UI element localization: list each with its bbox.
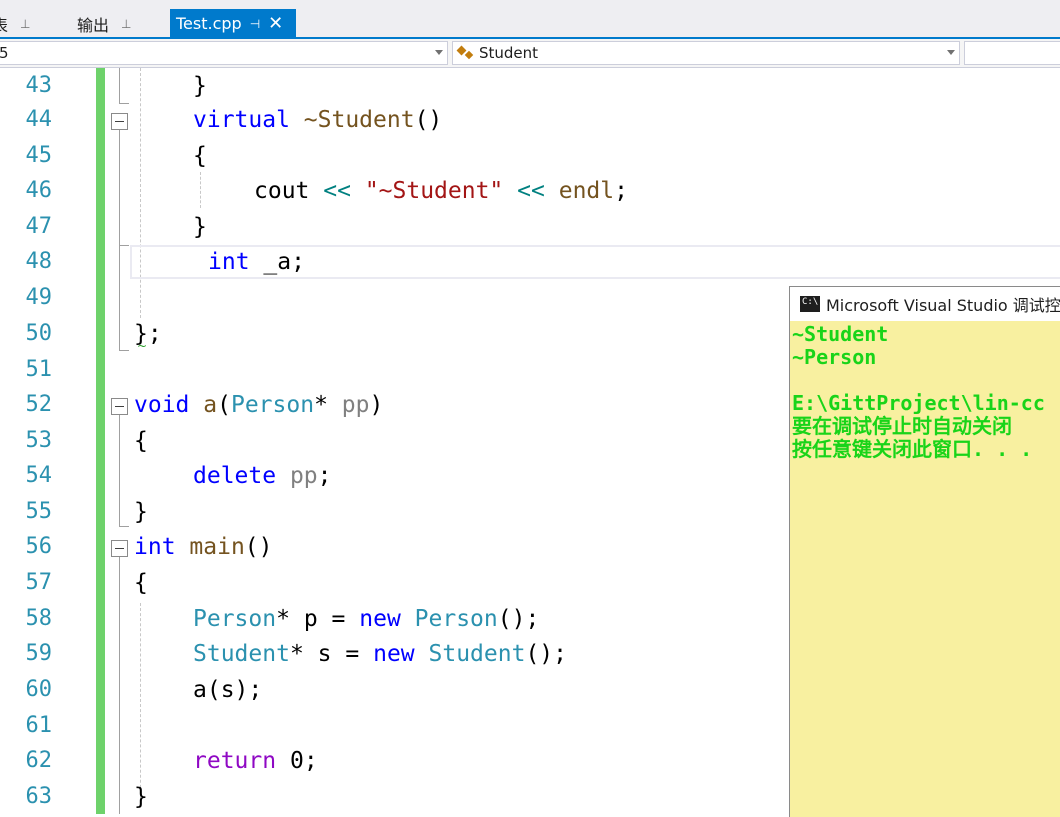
pin-icon[interactable]: ⊥ xyxy=(20,17,30,31)
tab-label: 输出 xyxy=(77,15,110,35)
line-number: 61 xyxy=(25,713,53,738)
line-number: 55 xyxy=(25,499,53,524)
line-number: 62 xyxy=(25,748,53,773)
line-number: 46 xyxy=(25,178,53,203)
code-text: Student* s = new Student(); xyxy=(193,641,567,667)
code-text: return 0; xyxy=(193,748,318,774)
code-text: int _a; xyxy=(208,249,305,275)
tab-label: 表 xyxy=(0,15,9,35)
console-line: ~Person xyxy=(792,346,877,369)
navigation-bar: 5 Student xyxy=(0,39,1060,68)
line-number: 54 xyxy=(25,463,53,488)
code-text: delete pp; xyxy=(193,463,332,489)
chevron-down-icon[interactable] xyxy=(435,50,443,55)
line-number: 53 xyxy=(25,428,53,453)
line-number: 60 xyxy=(25,677,53,702)
line-number: 47 xyxy=(25,214,53,239)
line-number: 56 xyxy=(25,534,53,559)
code-line: 47 } xyxy=(0,209,1060,245)
member-value: Student xyxy=(479,44,539,62)
console-title-bar[interactable]: Microsoft Visual Studio 调试控制台 xyxy=(790,287,1060,321)
tab-output[interactable]: 输出 ⊥ xyxy=(77,9,131,38)
code-text: } xyxy=(134,784,148,810)
code-text: cout << "~Student" << endl; xyxy=(254,178,628,204)
code-text: { xyxy=(134,570,148,596)
line-number: 59 xyxy=(25,641,53,666)
code-text: a(s); xyxy=(193,677,263,703)
console-line: ~Student xyxy=(792,323,889,346)
function-dropdown[interactable] xyxy=(964,41,1060,65)
console-output: ~Student ~Person E:\GittProject\lin-cc 要… xyxy=(790,323,1060,461)
line-number: 44 xyxy=(25,107,53,132)
code-line: 45 { xyxy=(0,138,1060,174)
pin-icon[interactable]: ⊣ xyxy=(250,17,260,31)
scope-dropdown[interactable]: 5 xyxy=(0,41,448,65)
console-line: 要在调试停止时自动关闭 xyxy=(792,415,1012,438)
line-number: 50 xyxy=(25,321,53,346)
code-text: virtual ~Student() xyxy=(193,107,443,133)
code-text: } xyxy=(193,214,207,240)
code-text: { xyxy=(193,143,207,169)
close-icon[interactable]: ✕ xyxy=(268,14,283,33)
code-line: 46 cout << "~Student" << endl; xyxy=(0,173,1060,209)
debug-console-window[interactable]: Microsoft Visual Studio 调试控制台 ~Student ~… xyxy=(789,286,1060,817)
line-number: 57 xyxy=(25,570,53,595)
tab-label: Test.cpp xyxy=(176,14,242,33)
code-text: Person* p = new Person(); xyxy=(193,606,540,632)
console-title: Microsoft Visual Studio 调试控制台 xyxy=(826,296,1060,315)
scope-value: 5 xyxy=(0,44,9,62)
code-text: } xyxy=(193,73,207,99)
line-number: 48 xyxy=(25,249,53,274)
tab-table[interactable]: 表 ⊥ xyxy=(0,9,30,38)
code-line: 48 int _a; xyxy=(0,244,1060,280)
pin-icon[interactable]: ⊥ xyxy=(121,17,131,31)
console-line: E:\GittProject\lin-cc xyxy=(792,392,1045,415)
tab-test-cpp[interactable]: Test.cpp ⊣ ✕ xyxy=(170,9,296,38)
console-line: 按任意键关闭此窗口. . . xyxy=(792,438,1033,461)
class-icon xyxy=(457,45,475,61)
code-text: } xyxy=(134,499,148,525)
line-number: 45 xyxy=(25,143,53,168)
line-number: 52 xyxy=(25,392,53,417)
code-line: 44 virtual ~Student() xyxy=(0,102,1060,138)
code-text: void a(Person* pp) xyxy=(134,392,384,418)
code-text: int main() xyxy=(134,534,273,560)
document-tab-strip: 表 ⊥ 输出 ⊥ Test.cpp ⊣ ✕ xyxy=(0,0,1060,39)
line-number: 43 xyxy=(25,73,53,98)
console-app-icon xyxy=(800,296,820,312)
syntax-squiggle: ~ xyxy=(137,339,148,353)
line-number: 49 xyxy=(25,285,53,310)
line-number: 58 xyxy=(25,606,53,631)
code-line: 43 } xyxy=(0,68,1060,104)
line-number: 63 xyxy=(25,784,53,809)
code-text: { xyxy=(134,428,148,454)
line-number: 51 xyxy=(25,357,53,382)
member-dropdown[interactable]: Student xyxy=(452,41,960,65)
chevron-down-icon[interactable] xyxy=(947,50,955,55)
